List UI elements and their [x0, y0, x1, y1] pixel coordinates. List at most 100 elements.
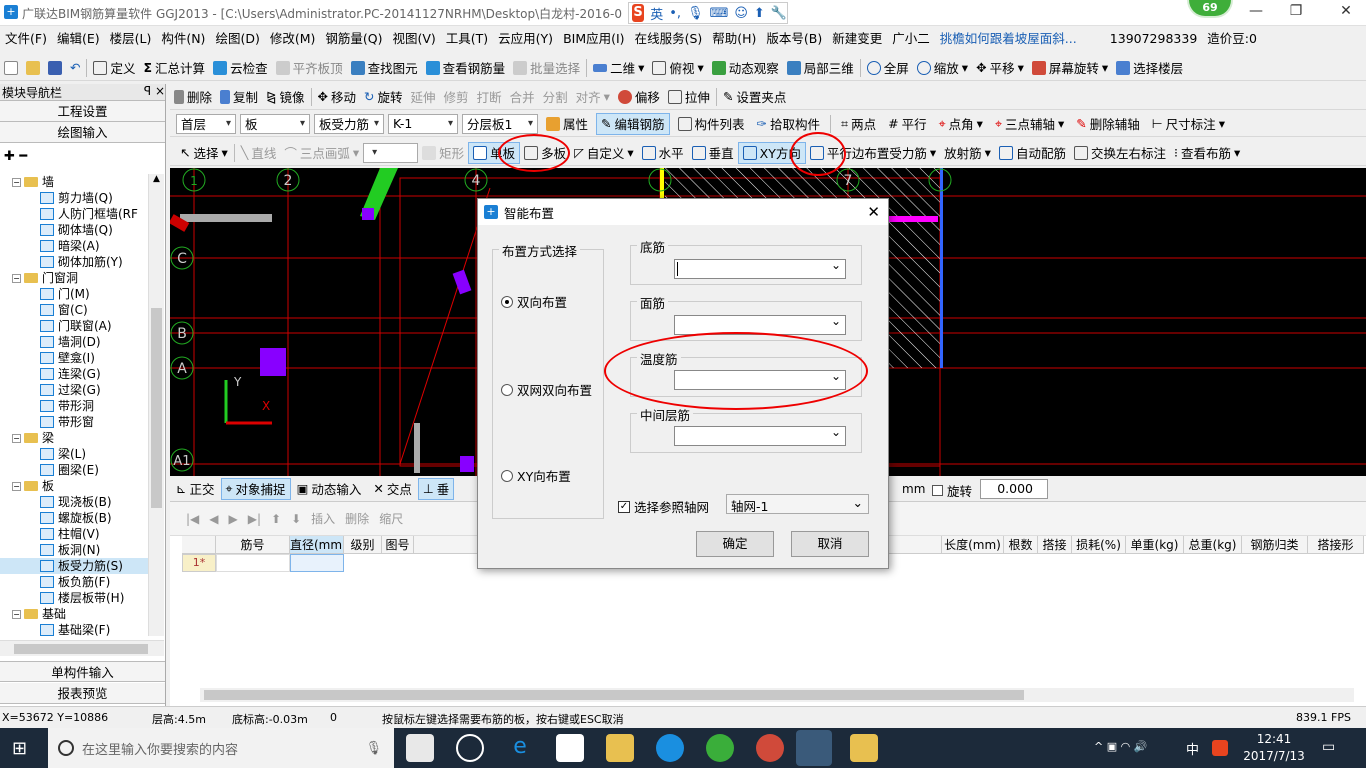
bottom-rebar-select[interactable] [674, 258, 846, 279]
prev-icon[interactable]: ◀ [209, 512, 218, 526]
align-dropdown[interactable]: 对齐 ▾ [572, 86, 614, 108]
menu-new-change[interactable]: 新建变更 [827, 26, 887, 51]
middle-layer-rebar-select[interactable] [674, 425, 846, 446]
ok-button[interactable]: 确定 [696, 531, 774, 557]
close-icon[interactable]: ✕ [1335, 3, 1357, 21]
tree-item[interactable]: 基础梁(F) [0, 622, 148, 636]
menu-modify[interactable]: 修改(M) [265, 26, 321, 51]
three-point-axis-button[interactable]: ⌖ 三点辅轴 ▾ [991, 113, 1068, 135]
collapse-icon[interactable]: − [12, 481, 21, 491]
object-snap-toggle[interactable]: ⌖ 对象捕捉 [220, 477, 291, 500]
multi-slab-button[interactable]: 多板 [520, 142, 570, 164]
pan-dropdown[interactable]: ✥ 平移 ▾ [972, 57, 1028, 79]
dynamic-view-button[interactable]: 动态观察 [708, 57, 783, 79]
table-row[interactable]: 1* [182, 554, 344, 572]
tree-item[interactable]: 螺旋板(B) [0, 510, 148, 526]
menu-edit[interactable]: 编辑(E) [52, 26, 105, 51]
tree-folder[interactable]: − 门窗洞 [0, 270, 148, 286]
col-rebar-category[interactable]: 钢筋归类 [1242, 536, 1308, 554]
tree-item[interactable]: 梁(L) [0, 446, 148, 462]
line-button[interactable]: ╲ 直线 [237, 142, 281, 164]
skin-icon[interactable]: ⬆ [754, 6, 765, 21]
radio-double-net[interactable]: 双网双向布置 [501, 380, 592, 399]
rect-button[interactable]: 矩形 [418, 142, 468, 164]
col-grade[interactable]: 级别 [344, 536, 382, 554]
layer-select[interactable]: 分层板1 [462, 113, 538, 134]
next-icon[interactable]: ▶ [229, 512, 238, 526]
ime-toolbar[interactable]: S 英 •, 🎙 ⌨ ☺ ⬆ 🔧 [628, 2, 788, 24]
ime-indicator[interactable]: 中 [1186, 739, 1199, 758]
rotate-checkbox[interactable]: 旋转 [932, 481, 972, 500]
view-rebar-qty-button[interactable]: 查看钢筋量 [422, 57, 510, 79]
user-icon[interactable]: ☺ [734, 6, 748, 21]
app-ring-icon[interactable] [456, 734, 484, 762]
top-rebar-select[interactable] [674, 314, 846, 335]
component-list-button[interactable]: 构件列表 [674, 113, 749, 135]
tree-item[interactable]: 砌体墙(Q) [0, 222, 148, 238]
tree-folder[interactable]: − 墙 [0, 174, 148, 190]
taskview-icon[interactable] [406, 734, 434, 762]
new-icon[interactable] [0, 57, 22, 79]
user-account[interactable]: 13907298339 [1105, 26, 1202, 51]
cancel-button[interactable]: 取消 [791, 531, 869, 557]
tree-item[interactable]: 楼层板带(H) [0, 590, 148, 606]
save-icon[interactable] [44, 57, 66, 79]
tree-item[interactable]: 暗梁(A) [0, 238, 148, 254]
notification-icon[interactable]: ▭ [1322, 739, 1335, 755]
menu-component[interactable]: 构件(N) [156, 26, 210, 51]
menu-help[interactable]: 帮助(H) [707, 26, 761, 51]
sogou-tray-icon[interactable] [1212, 740, 1228, 756]
tree-item[interactable]: 砌体加筋(Y) [0, 254, 148, 270]
fullscreen-button[interactable]: 全屏 [863, 57, 913, 79]
subtype-select[interactable]: 板受力筋 [314, 113, 384, 134]
scale-button[interactable]: 缩尺 [379, 510, 403, 527]
col-diameter[interactable]: 直径(mm) [290, 536, 344, 554]
menu-draw[interactable]: 绘图(D) [210, 26, 264, 51]
dimension-dropdown[interactable]: ⊢ 尺寸标注 ▾ [1148, 113, 1229, 135]
down-icon[interactable]: ⬇ [291, 512, 301, 526]
tree-item[interactable]: 窗(C) [0, 302, 148, 318]
tree-folder[interactable]: − 梁 [0, 430, 148, 446]
set-grip-button[interactable]: ✎ 设置夹点 [719, 86, 791, 108]
col-bar-no[interactable]: 筋号 [216, 536, 290, 554]
mic-icon[interactable]: 🎙 [365, 741, 382, 756]
swap-labels-button[interactable]: 交换左右标注 [1070, 142, 1170, 164]
delete-axis-button[interactable]: ✎ 删除辅轴 [1072, 113, 1144, 135]
tree-item[interactable]: 带形洞 [0, 398, 148, 414]
tree-item[interactable]: 墙洞(D) [0, 334, 148, 350]
custom-dropdown[interactable]: ◸ 自定义 ▾ [570, 142, 637, 164]
edit-rebar-button[interactable]: ✎ 编辑钢筋 [596, 112, 670, 135]
summary-calc-button[interactable]: Σ 汇总计算 [140, 57, 210, 79]
tree-item[interactable]: 剪力墙(Q) [0, 190, 148, 206]
menu-file[interactable]: 文件(F) [0, 26, 52, 51]
expand-collapse-icons[interactable]: ✚ ━ [0, 143, 165, 173]
tree-folder[interactable]: − 板 [0, 478, 148, 494]
open-icon[interactable] [22, 57, 44, 79]
undo-icon[interactable]: ↶ [66, 57, 84, 79]
intersection-snap[interactable]: ✕ 交点 [367, 479, 418, 498]
radial-rebar-dropdown[interactable]: 放射筋 ▾ [940, 142, 995, 164]
ortho-toggle[interactable]: ⊾ 正交 [170, 479, 221, 498]
merge-button[interactable]: 合并 [506, 86, 539, 108]
find-element-button[interactable]: 查找图元 [347, 57, 422, 79]
tree-item[interactable]: 连梁(G) [0, 366, 148, 382]
rotate-value-input[interactable]: 0.000 [980, 479, 1048, 499]
punctuation-icon[interactable]: •, [669, 6, 681, 21]
tree-item[interactable]: 柱帽(V) [0, 526, 148, 542]
local-3d-button[interactable]: 局部三维 [783, 57, 858, 79]
top-view-dropdown[interactable]: 俯视 ▾ [648, 57, 707, 79]
last-icon[interactable]: ▶| [248, 512, 261, 526]
delete-button[interactable]: 删除 [170, 86, 216, 108]
restore-icon[interactable]: ❐ [1285, 3, 1307, 21]
menu-version[interactable]: 版本号(B) [761, 26, 827, 51]
radio-bidirectional[interactable]: 双向布置 [501, 292, 567, 311]
col-shape[interactable]: 图号 [382, 536, 414, 554]
drawing-input-button[interactable]: 绘图输入 [0, 122, 165, 143]
ime-language[interactable]: 英 [650, 4, 663, 23]
rotate-button[interactable]: ↻ 旋转 [360, 86, 407, 108]
first-icon[interactable]: |◀ [186, 512, 199, 526]
define-button[interactable]: 定义 [89, 57, 139, 79]
copy-button[interactable]: 复制 [216, 86, 262, 108]
col-loss[interactable]: 损耗(%) [1072, 536, 1126, 554]
parallel-edge-rebar-dropdown[interactable]: 平行边布置受力筋 ▾ [806, 142, 940, 164]
